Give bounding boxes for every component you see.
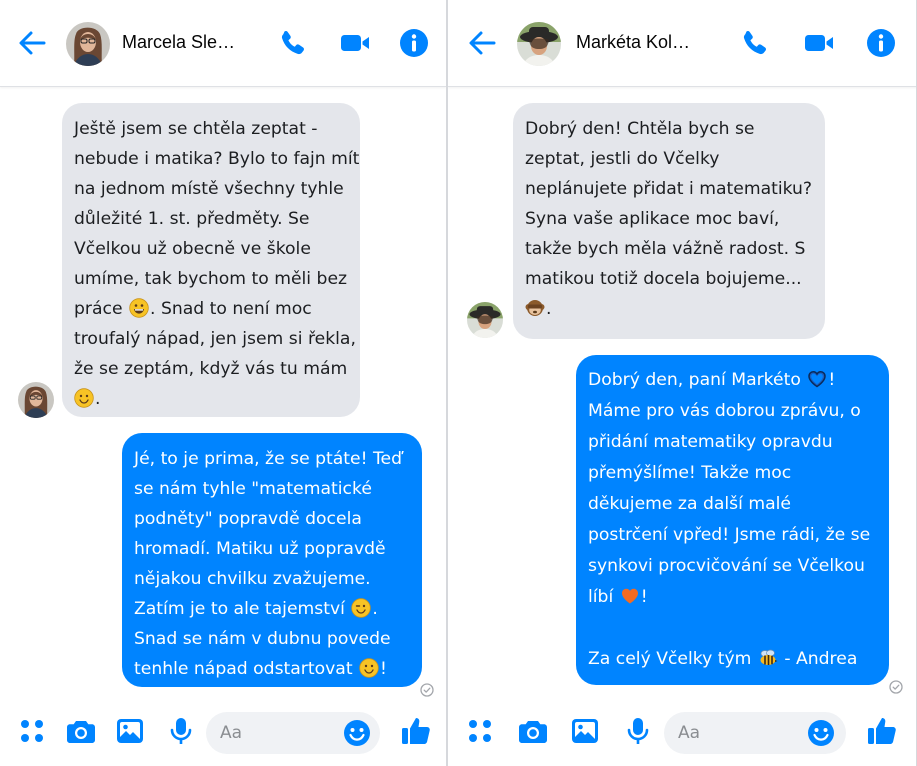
message-line: . [525, 294, 813, 324]
info-icon[interactable] [398, 27, 430, 59]
orange-heart-emoji-icon [620, 586, 640, 606]
photo-gallery-icon[interactable] [115, 716, 145, 746]
message-line: Syna vaše aplikace moc baví, [525, 209, 780, 229]
winking-face-emoji-icon [351, 598, 371, 618]
message-fragment: - Andrea [784, 649, 858, 669]
message-fragment: líbí [588, 587, 614, 607]
message-line: Zatím je to ale tajemství . [134, 594, 410, 624]
message-line: nebude i matika? Bylo to fajn mít [74, 149, 360, 169]
message-line: . [74, 384, 348, 414]
back-arrow-icon[interactable] [16, 27, 48, 59]
contact-name[interactable]: Markéta Kol… [576, 32, 690, 53]
grinning-face-emoji-icon [129, 298, 149, 318]
message-fragment: Zatím je to ale tajemství [134, 599, 345, 619]
message-line: takže bych měla vážně radost. S [525, 239, 806, 259]
bee-emoji-icon [758, 648, 778, 668]
photo-gallery-icon[interactable] [570, 716, 600, 746]
message-fragment: ! [640, 587, 648, 607]
message-line: Máme pro vás dobrou zprávu, o [588, 401, 861, 421]
message-line: tenhle nápad odstartovat ! [134, 654, 410, 684]
seen-check-icon [889, 680, 903, 694]
info-icon[interactable] [865, 27, 897, 59]
conversation-header: Marcela Sle… [0, 0, 446, 87]
message-fragment: tenhle nápad odstartovat [134, 659, 353, 679]
message-line: práce . Snad to není moc [74, 294, 348, 324]
incoming-message-bubble: Dobrý den! Chtěla bych se zeptat, jestli… [513, 103, 825, 339]
message-line [588, 613, 877, 644]
camera-icon[interactable] [66, 716, 96, 746]
emoji-picker-icon[interactable] [807, 719, 835, 747]
message-line: Jé, to je prima, že se ptáte! Teď [134, 449, 403, 469]
sender-avatar[interactable] [18, 382, 54, 418]
message-line: zeptat, jestli do Včelky [525, 149, 720, 169]
contact-avatar[interactable] [517, 22, 561, 66]
message-line: hromadí. Matiku už popravdě [134, 539, 386, 559]
camera-icon[interactable] [518, 716, 548, 746]
message-line: umíme, tak bychom to měli bez [74, 269, 348, 289]
message-line: na jednom místě všechny tyhle [74, 179, 344, 199]
message-composer [448, 700, 917, 766]
message-fragment: . Snad to není moc [150, 299, 312, 319]
emoji-picker-icon[interactable] [343, 719, 371, 747]
message-line: Včelkou už obecně ve škole [74, 239, 311, 259]
seen-check-icon [420, 683, 434, 697]
more-actions-icon[interactable] [465, 716, 495, 746]
outgoing-message-bubble: Dobrý den, paní Markéto ! Máme pro vás d… [576, 355, 889, 685]
message-fragment: . [546, 299, 552, 319]
smiling-face-emoji-icon [359, 658, 379, 678]
like-thumbs-up-icon[interactable] [400, 715, 432, 747]
message-line: Za celý Včelky tým - Andrea [588, 644, 877, 675]
message-line: přidání matematiky opravdu [588, 432, 833, 452]
message-line: líbí ! [588, 582, 877, 613]
message-line: synkovi procvičování se Včelkou [588, 556, 865, 576]
message-fragment: práce [74, 299, 123, 319]
message-line: důležité 1. st. předměty. Se [74, 209, 310, 229]
message-line: Snad se nám v dubnu povede [134, 629, 391, 649]
message-line: přemýšlíme! Takže moc [588, 463, 792, 483]
video-call-icon[interactable] [339, 27, 371, 59]
message-line: že se zeptám, když vás tu mám [74, 359, 348, 379]
message-line: postrčení vpřed! Jsme rádi, že se [588, 525, 871, 545]
message-fragment: ! [828, 370, 836, 390]
message-composer [0, 700, 446, 766]
conversation-header: Markéta Kol… [448, 0, 917, 87]
phone-call-icon[interactable] [739, 27, 771, 59]
contact-avatar[interactable] [66, 22, 110, 66]
sender-avatar[interactable] [467, 302, 503, 338]
video-call-icon[interactable] [803, 27, 835, 59]
conversation-panel-marcela: Marcela Sle… Ještě jsem se chtěla zeptat… [0, 0, 446, 766]
contact-name[interactable]: Marcela Sle… [122, 32, 235, 53]
message-line: se nám tyhle "matematické [134, 479, 372, 499]
message-fragment: Dobrý den, paní Markéto [588, 370, 801, 390]
message-fragment: . [95, 389, 101, 409]
message-line: děkujeme za další malé [588, 494, 791, 514]
phone-call-icon[interactable] [277, 27, 309, 59]
microphone-icon[interactable] [166, 716, 196, 746]
message-line: nějakou chvilku zvažujeme. [134, 569, 371, 589]
smiling-face-emoji-icon [74, 388, 94, 408]
message-line: neplánujete přidat i matematiku? [525, 179, 813, 199]
message-line: Dobrý den! Chtěla bych se [525, 119, 755, 139]
message-line: Dobrý den, paní Markéto ! [588, 365, 877, 396]
back-arrow-icon[interactable] [466, 27, 498, 59]
message-fragment: . [372, 599, 378, 619]
outgoing-message-bubble: Jé, to je prima, že se ptáte! Teď se nám… [122, 433, 422, 687]
message-line: matikou totiž docela bojujeme... [525, 269, 802, 289]
message-line: podněty" popravdě docela [134, 509, 362, 529]
incoming-message-bubble: Ještě jsem se chtěla zeptat - nebude i m… [62, 103, 360, 417]
message-line: troufalý nápad, jen jsem si řekla, [74, 329, 356, 349]
like-thumbs-up-icon[interactable] [866, 715, 898, 747]
message-fragment: Za celý Včelky tým [588, 649, 752, 669]
more-actions-icon[interactable] [17, 716, 47, 746]
blue-heart-emoji-icon [807, 369, 827, 389]
conversation-panel-marketa: Markéta Kol… Dobrý den! Chtěla bych se z… [448, 0, 917, 766]
message-fragment: ! [380, 659, 387, 679]
message-line: Ještě jsem se chtěla zeptat - [74, 119, 318, 139]
microphone-icon[interactable] [623, 716, 653, 746]
see-no-evil-monkey-emoji-icon [525, 298, 545, 318]
